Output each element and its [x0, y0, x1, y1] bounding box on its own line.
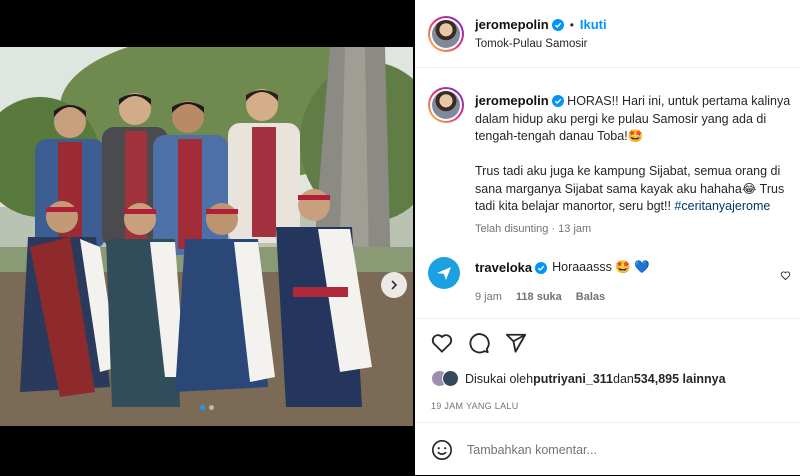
- verified-badge-icon: [551, 95, 564, 107]
- verified-badge-icon: [535, 261, 548, 274]
- author-avatar[interactable]: [428, 16, 464, 52]
- reply-button[interactable]: Balas: [576, 291, 605, 303]
- caption-text: HORAS!! Hari ini, untuk pertama kalinya …: [475, 94, 791, 213]
- caption-hashtag[interactable]: #ceritanyajerome: [674, 199, 770, 213]
- likes-summary: Disukai oleh putriyani_311 dan 534,895 l…: [431, 370, 726, 387]
- post-side-panel: jeromepolin • Ikuti Tomok-Pulau Samosir …: [415, 0, 800, 475]
- post-date: 19 JAM YANG LALU: [431, 401, 519, 411]
- caption-author-avatar[interactable]: [428, 87, 464, 123]
- commenter-avatar[interactable]: [428, 257, 460, 289]
- liker-username[interactable]: putriyani_311: [533, 372, 613, 386]
- carousel-dots: [0, 405, 413, 410]
- comment-likes[interactable]: 118 suka: [516, 291, 562, 303]
- likes-middle: dan: [613, 371, 634, 386]
- follow-button[interactable]: Ikuti: [580, 17, 607, 32]
- action-bar: [415, 318, 800, 367]
- author-username[interactable]: jeromepolin: [475, 17, 549, 32]
- likes-count[interactable]: 534,895 lainnya: [634, 372, 726, 386]
- comment-text: Horaaasss 🤩 💙: [552, 260, 650, 274]
- post-photo[interactable]: [0, 47, 413, 426]
- liker-avatar[interactable]: [442, 370, 459, 387]
- chevron-right-icon: [391, 280, 398, 290]
- likes-prefix: Disukai oleh: [465, 371, 534, 386]
- comment: traveloka Horaaasss 🤩 💙: [475, 260, 650, 275]
- comment-time: 9 jam: [475, 291, 502, 303]
- commenter-username[interactable]: traveloka: [475, 260, 532, 275]
- next-photo-button[interactable]: [381, 272, 407, 298]
- separator-dot: •: [569, 17, 574, 32]
- traveloka-bird-icon: [437, 267, 451, 280]
- share-send-icon[interactable]: [505, 332, 527, 354]
- comment-meta: 9 jam 118 suka Balas: [475, 291, 605, 303]
- post-caption: jeromepolin HORAS!! Hari ini, untuk pert…: [475, 92, 800, 216]
- comment-input[interactable]: Tambahkan komentar...: [467, 443, 597, 457]
- comment-bubble-icon[interactable]: [468, 332, 490, 354]
- carousel-dot: [199, 405, 205, 410]
- add-comment-bar: Tambahkan komentar...: [415, 422, 800, 476]
- caption-username[interactable]: jeromepolin: [475, 93, 549, 108]
- like-heart-icon[interactable]: [431, 333, 453, 353]
- comment-heart-icon[interactable]: [780, 270, 791, 281]
- emoji-icon[interactable]: [431, 439, 453, 461]
- post-location[interactable]: Tomok-Pulau Samosir: [475, 38, 587, 50]
- verified-badge-icon: [551, 18, 564, 31]
- post-header: jeromepolin • Ikuti Tomok-Pulau Samosir: [415, 0, 800, 68]
- carousel-dot: [208, 405, 214, 410]
- caption-timestamp: Telah disunting · 13 jam: [475, 223, 592, 235]
